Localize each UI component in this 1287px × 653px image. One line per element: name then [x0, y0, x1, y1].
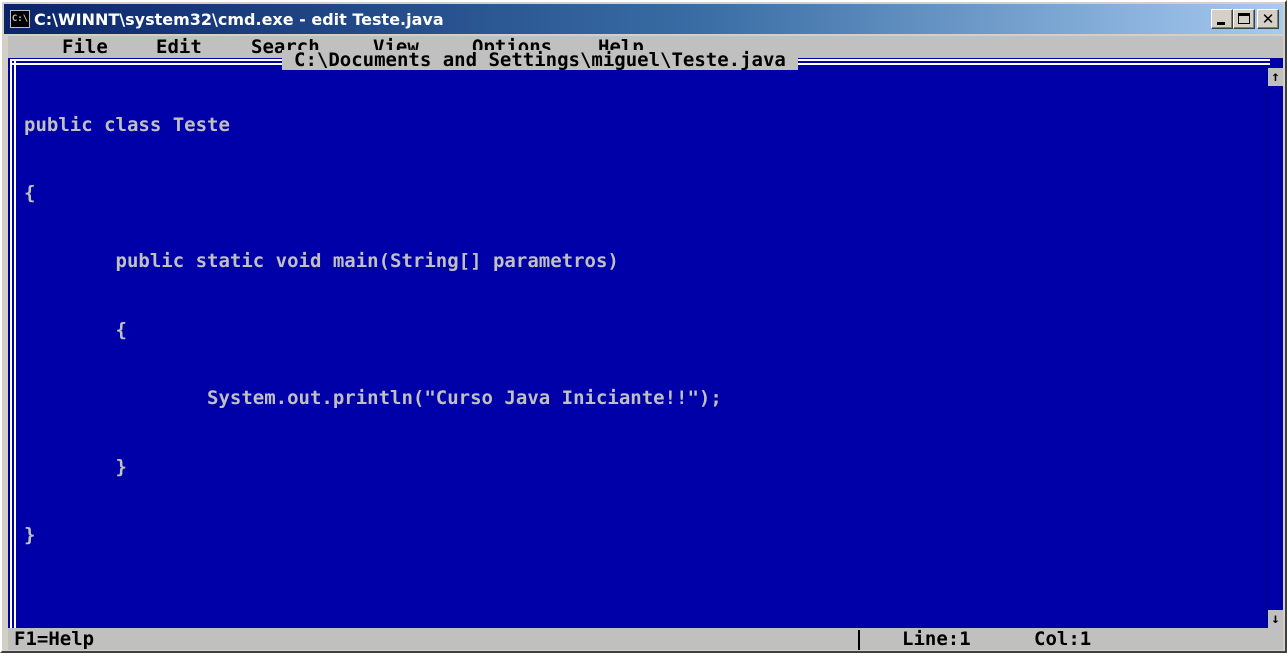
code-text[interactable]: public class Teste { public static void … [24, 68, 722, 592]
cmd-window: C:\ C:\WINNT\system32\cmd.exe - edit Tes… [0, 0, 1287, 653]
editor-frame-left [10, 59, 16, 628]
console-icon[interactable]: C:\ [10, 10, 30, 28]
code-line[interactable]: { [24, 182, 722, 205]
maximize-button[interactable] [1233, 9, 1255, 29]
status-bar: F1=Help Line:1 Col:1 [8, 628, 1283, 650]
title-bar[interactable]: C:\ C:\WINNT\system32\cmd.exe - edit Tes… [4, 4, 1283, 34]
file-path-title: C:\Documents and Settings\miguel\Teste.j… [282, 50, 798, 70]
maximize-icon [1238, 13, 1250, 24]
status-help: F1=Help [14, 628, 95, 650]
close-icon: ✕ [1261, 10, 1275, 28]
code-line[interactable]: public static void main(String[] paramet… [24, 250, 722, 273]
vertical-scrollbar[interactable]: ↑ ↓ [1267, 68, 1283, 628]
console-area: File Edit Search View Options Help C:\Do… [8, 36, 1283, 650]
close-button[interactable]: ✕ [1257, 9, 1279, 29]
code-line[interactable]: } [24, 456, 722, 479]
scroll-down-arrow-icon[interactable]: ↓ [1268, 610, 1283, 628]
code-line[interactable]: { [24, 319, 722, 342]
minimize-icon [1217, 22, 1225, 25]
scroll-up-arrow-icon[interactable]: ↑ [1268, 68, 1283, 86]
editor-area[interactable]: C:\Documents and Settings\miguel\Teste.j… [8, 50, 1283, 628]
window-controls: ✕ [1211, 9, 1279, 29]
status-column-number: Col:1 [1034, 628, 1092, 650]
status-divider [858, 630, 860, 650]
window-title: C:\WINNT\system32\cmd.exe - edit Teste.j… [34, 9, 444, 29]
minimize-button[interactable] [1211, 9, 1233, 29]
menu-edit[interactable]: Edit [156, 36, 202, 58]
status-line-number: Line:1 [902, 628, 971, 650]
code-line[interactable]: public class Teste [24, 114, 722, 137]
code-line[interactable]: } [24, 524, 722, 547]
code-line[interactable]: System.out.println("Curso Java Iniciante… [24, 387, 722, 410]
menu-file[interactable]: File [62, 36, 108, 58]
